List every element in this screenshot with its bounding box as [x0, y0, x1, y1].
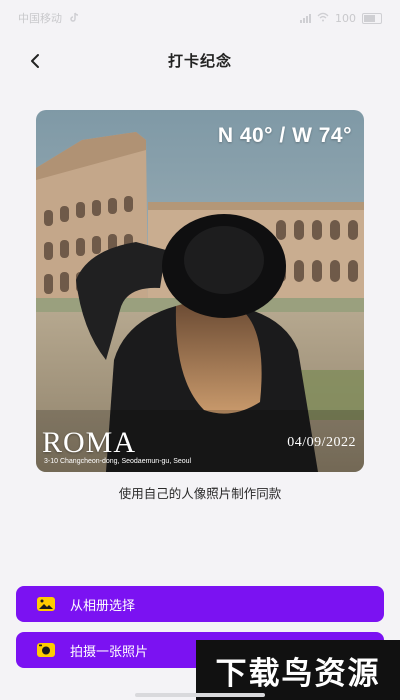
- carrier-text: 中国移动: [18, 12, 62, 25]
- watermark-logo: 下载鸟资源: [196, 640, 400, 700]
- city-label: ROMA: [42, 426, 137, 459]
- battery-icon: [362, 12, 382, 24]
- choose-from-album-button[interactable]: 从相册选择: [16, 586, 384, 622]
- home-indicator[interactable]: [135, 693, 265, 697]
- page-title: 打卡纪念: [167, 52, 232, 70]
- signal-icon: [300, 13, 311, 23]
- coordinates-label: N 40° / W 74°: [217, 124, 352, 147]
- status-bar: 中国移动 100: [0, 0, 400, 36]
- navigation-bar: 打卡纪念: [0, 40, 400, 80]
- template-preview-photo: N 40° / W 74° ROMA 3-10 Changcheon-dong,…: [36, 110, 364, 472]
- camera-icon: [36, 642, 56, 658]
- battery-level: 100: [335, 11, 356, 25]
- template-caption: 使用自己的人像照片制作同款: [118, 486, 282, 501]
- wifi-icon: [317, 12, 329, 25]
- album-icon: [36, 596, 56, 612]
- photo-illustration: [36, 110, 364, 472]
- status-right: 100: [300, 12, 382, 25]
- tiktok-icon: [70, 12, 80, 25]
- camera-button-label: 拍摄一张照片: [70, 644, 149, 660]
- status-left: 中国移动: [18, 10, 80, 26]
- address-label: 3-10 Changcheon-dong, Seodaemun-gu, Seou…: [44, 458, 192, 465]
- date-label: 04/09/2022: [287, 435, 356, 450]
- album-button-label: 从相册选择: [70, 598, 136, 614]
